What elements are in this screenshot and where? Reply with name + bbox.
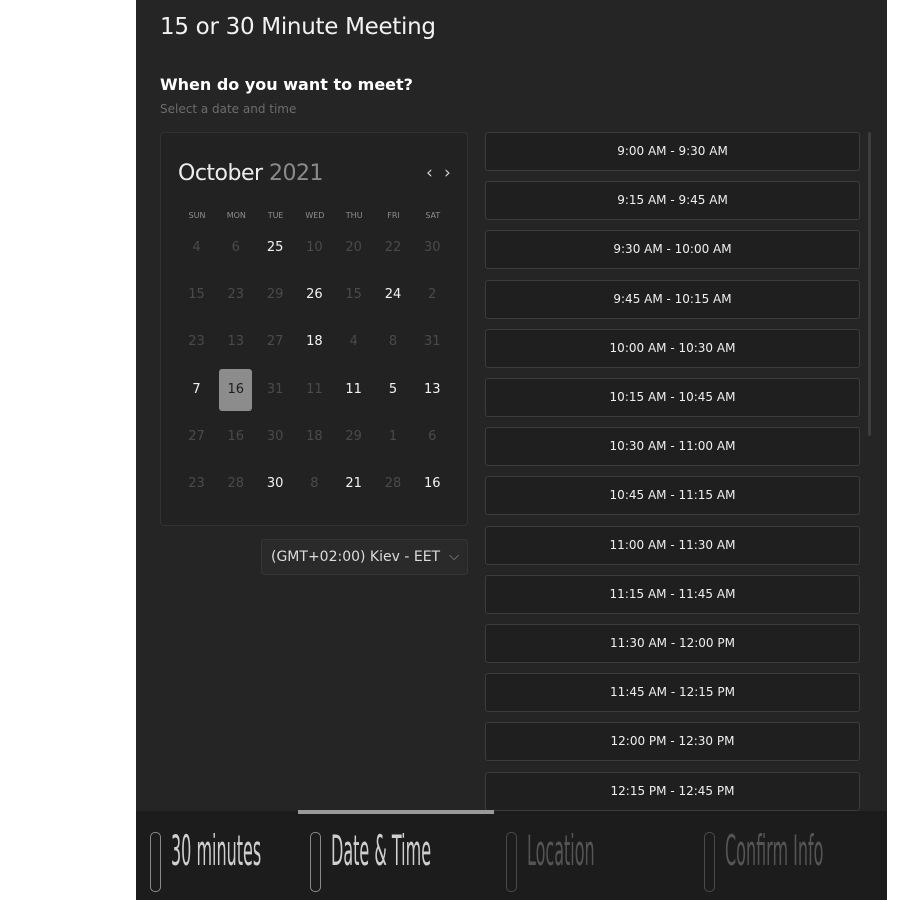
- calendar-year: 2021: [269, 161, 324, 186]
- calendar-day: 8: [310, 476, 319, 491]
- calendar-day: 29: [266, 287, 284, 303]
- calendar-day: 15: [188, 287, 205, 303]
- calendar-day: 11: [306, 381, 323, 397]
- weekday-label-mon: MON: [226, 211, 246, 220]
- timezone-select[interactable]: (GMT+02:00) Kiev - EET ⌵: [261, 539, 468, 575]
- time-slot-button[interactable]: 11:45 AM - 12:15 PM: [485, 673, 860, 713]
- weekday-label-thu: THU: [345, 211, 363, 220]
- step-label: Date & Time: [331, 826, 432, 876]
- weekday-label-wed: WED: [305, 211, 325, 220]
- calendar-day[interactable]: 5: [377, 369, 410, 411]
- time-slot-button[interactable]: 10:45 AM - 11:15 AM: [485, 476, 860, 516]
- weekday-label-fri: FRI: [387, 211, 400, 220]
- time-slot-button[interactable]: 9:15 AM - 9:45 AM: [485, 181, 860, 221]
- time-slot-button[interactable]: 11:30 AM - 12:00 PM: [485, 624, 860, 663]
- calendar-day[interactable]: 25: [259, 227, 292, 269]
- calendar-day: 1: [388, 428, 398, 444]
- calendar-day[interactable]: 16: [416, 463, 449, 505]
- calendar-day: 27: [266, 334, 284, 350]
- time-slot-button[interactable]: 9:45 AM - 10:15 AM: [485, 279, 860, 319]
- calendar: October 2021 ‹ › SUN MON TUE WED THU FRI SAT 4…: [160, 132, 468, 526]
- calendar-day: 4: [192, 240, 201, 255]
- time-slot-list[interactable]: 9:00 AM - 9:30 AM 9:15 AM - 9:45 AM 9:30 A…: [485, 132, 861, 812]
- weekday-label-sat: SAT: [425, 211, 441, 220]
- page-title: 15 or 30 Minute Meeting: [160, 14, 436, 40]
- time-slot-button[interactable]: 11:00 AM - 11:30 AM: [485, 525, 860, 565]
- time-slot-button[interactable]: 10:00 AM - 10:30 AM: [485, 328, 860, 368]
- step-navigation: 30 minutes Date & Time Location Confirm Inf…: [136, 814, 887, 900]
- weekday-label-tue: TUE: [267, 211, 284, 220]
- scheduler-panel: 15 or 30 Minute Meeting When do you want…: [136, 0, 887, 900]
- time-slot-scrollbar[interactable]: [868, 132, 871, 436]
- timezone-label: (GMT+02:00) Kiev - EET: [271, 549, 441, 565]
- calendar-month-year: October 2021: [178, 161, 324, 186]
- calendar-day: 13: [227, 334, 245, 350]
- time-slot-button[interactable]: 12:00 PM - 12:30 PM: [485, 722, 860, 762]
- calendar-day: 4: [349, 334, 358, 350]
- calendar-day: 28: [227, 476, 245, 491]
- calendar-day: 23: [227, 287, 245, 303]
- calendar-day: 30: [424, 240, 441, 255]
- calendar-day[interactable]: 24: [377, 274, 410, 316]
- calendar-day: 31: [266, 381, 284, 397]
- step-label: 30 minutes: [171, 826, 262, 876]
- step-label: Confirm Info: [725, 826, 824, 876]
- checkbox-icon: [704, 832, 715, 892]
- section-subtitle: Select a date and time: [160, 102, 297, 116]
- calendar-day[interactable]: 21: [337, 463, 370, 505]
- time-slot-button[interactable]: 9:00 AM - 9:30 AM: [485, 132, 860, 171]
- calendar-day: 29: [345, 428, 362, 444]
- calendar-day: 23: [188, 334, 205, 350]
- calendar-day: 31: [424, 334, 441, 350]
- calendar-day[interactable]: 18: [298, 321, 331, 363]
- time-slot-button[interactable]: 10:30 AM - 11:00 AM: [485, 427, 860, 467]
- location-pin-icon: [506, 832, 517, 892]
- chevron-right-icon[interactable]: ›: [444, 163, 451, 183]
- calendar-day-selected[interactable]: 16: [219, 368, 253, 411]
- step-label: Location: [527, 826, 595, 876]
- section-heading: When do you want to meet?: [160, 75, 413, 94]
- calendar-day: 2: [428, 287, 437, 303]
- calendar-day[interactable]: 26: [298, 274, 331, 316]
- calendar-day[interactable]: 7: [180, 369, 213, 411]
- time-slot-button[interactable]: 12:15 PM - 12:45 PM: [485, 771, 860, 811]
- calendar-day[interactable]: 11: [337, 369, 370, 411]
- calendar-day: 10: [306, 240, 323, 255]
- clock-icon: [150, 832, 161, 892]
- weekday-label-sun: SUN: [188, 211, 206, 220]
- calendar-month: October: [178, 161, 263, 186]
- calendar-day: 30: [266, 428, 284, 444]
- chevron-left-icon[interactable]: ‹: [426, 163, 433, 183]
- chevron-down-icon: ⌵: [449, 549, 459, 564]
- calendar-day: 28: [384, 476, 402, 491]
- calendar-day: 23: [188, 476, 205, 491]
- calendar-day: 18: [306, 428, 323, 444]
- calendar-icon: [310, 832, 321, 892]
- time-slot-button[interactable]: 11:15 AM - 11:45 AM: [485, 574, 860, 614]
- calendar-day: 6: [428, 428, 437, 444]
- calendar-day: 20: [345, 240, 362, 255]
- calendar-day: 8: [388, 334, 398, 350]
- calendar-day: 15: [345, 287, 362, 303]
- calendar-day[interactable]: 13: [416, 369, 449, 411]
- calendar-day: 22: [384, 240, 402, 255]
- calendar-day: 16: [227, 428, 245, 444]
- calendar-day[interactable]: 30: [259, 463, 292, 505]
- calendar-day: 27: [188, 428, 205, 444]
- time-slot-button[interactable]: 9:30 AM - 10:00 AM: [485, 230, 860, 270]
- time-slot-button[interactable]: 10:15 AM - 10:45 AM: [485, 378, 860, 417]
- calendar-day: 6: [231, 240, 240, 255]
